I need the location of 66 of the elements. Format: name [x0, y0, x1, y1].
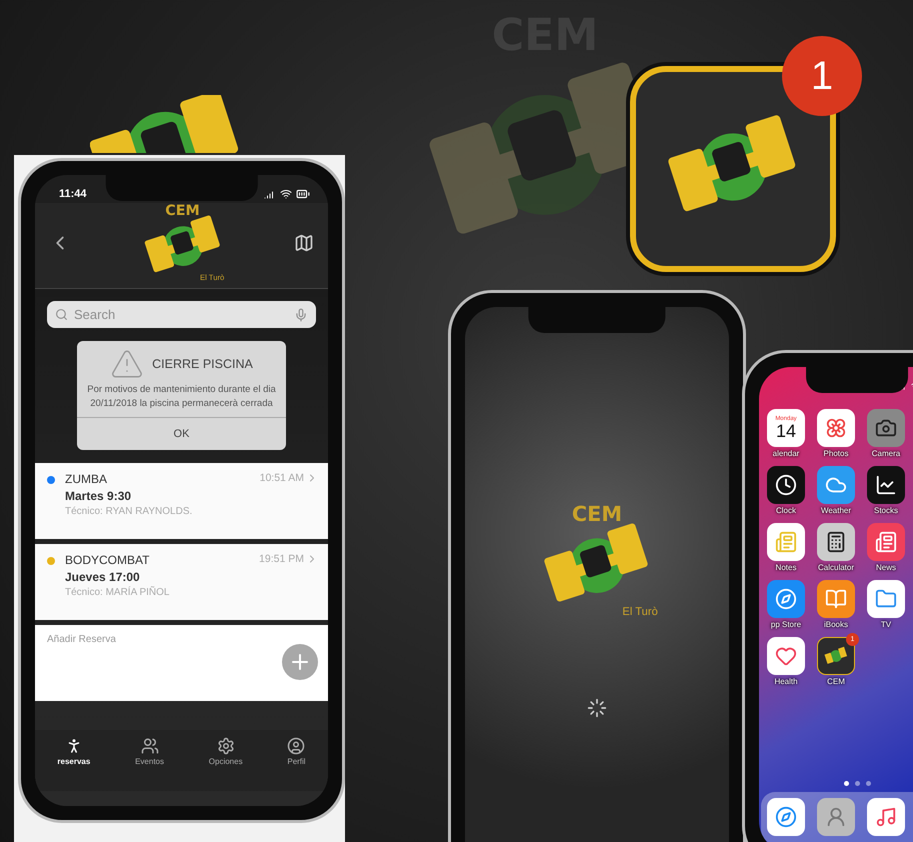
- app-label: Stocks: [874, 506, 898, 515]
- app-label: TV: [880, 620, 892, 629]
- app-icon[interactable]: [867, 523, 905, 561]
- class-name: ZUMBA: [65, 472, 108, 486]
- notification-badge: 1: [782, 36, 862, 116]
- app-label: News: [876, 563, 896, 572]
- app-icon[interactable]: [767, 580, 805, 618]
- line-chart-icon: [875, 474, 897, 496]
- app-icon[interactable]: [817, 580, 855, 618]
- dumbbell-logo-icon: [822, 646, 850, 666]
- app-label: alendar: [772, 449, 800, 458]
- settings-icon: [216, 736, 235, 755]
- tab[interactable]: Eventos: [129, 736, 170, 767]
- logo-text: El Turò: [622, 606, 658, 618]
- music-note-icon: [875, 806, 897, 828]
- folder-icon: [875, 588, 897, 610]
- app-icon[interactable]: [817, 523, 855, 561]
- search-icon: [55, 308, 68, 322]
- add-booking-label: Añadir Reserva: [47, 634, 116, 647]
- app-label: pp Store: [770, 620, 802, 629]
- app-label: Camera: [872, 449, 900, 458]
- status-time: 11:44: [59, 188, 87, 200]
- alert-title: CIERRE PISCINA: [152, 357, 253, 372]
- ok-button[interactable]: OK: [77, 416, 286, 450]
- newspaper-icon: [875, 531, 897, 553]
- app-label: iBooks: [824, 620, 848, 629]
- app-icon[interactable]: [767, 637, 805, 675]
- tab[interactable]: Opciones: [202, 736, 249, 767]
- app-icon[interactable]: [867, 466, 905, 504]
- book-icon: [825, 588, 847, 610]
- booking-card[interactable]: ZUMBA Martes 9:30 Técnico: RYAN RAYNOLDS. 10:51 AM: [35, 462, 328, 539]
- compass-icon: [775, 806, 797, 828]
- alert-message: Por motivos de mantenimiento durante el dia 20/11/2018 la piscina permanecerà cerrada: [86, 383, 277, 411]
- contacts-icon: [825, 806, 847, 828]
- app-label: CEM: [827, 677, 845, 686]
- app-icon[interactable]: [767, 466, 805, 504]
- trainer-name: Técnico: RYAN RAYNOLDS.: [65, 506, 194, 517]
- class-schedule: Jueves 17:00: [65, 570, 141, 584]
- clock-icon: [775, 474, 797, 496]
- app-label: Health: [774, 677, 798, 686]
- flower-icon: [825, 417, 847, 439]
- people-icon: [140, 736, 159, 755]
- app-label: Calculator: [818, 563, 854, 572]
- tab[interactable]: reservas: [51, 736, 96, 767]
- class-name: BODYCOMBAT: [65, 552, 150, 567]
- battery-icon: [296, 187, 310, 201]
- logo-text: CEM: [572, 502, 622, 526]
- app-label: Photos: [824, 449, 848, 458]
- class-schedule: Martes 9:30: [65, 488, 132, 503]
- app-label: Notes: [776, 563, 796, 572]
- app-label: Clock: [776, 506, 796, 515]
- app-icon[interactable]: [867, 580, 905, 618]
- calendar-date: 14: [776, 422, 796, 440]
- camera-icon: [875, 417, 897, 439]
- microphone-icon[interactable]: [294, 308, 308, 322]
- calculator-icon: [825, 531, 847, 553]
- loading-spinner-icon: [587, 698, 607, 718]
- app-label: Weather: [820, 506, 852, 515]
- search-placeholder: Search: [74, 307, 116, 322]
- booking-card[interactable]: BODYCOMBAT Jueves 17:00 Técnico: MARÍA PIÑOL 19:51 PM: [35, 544, 328, 620]
- heart-icon: [775, 645, 797, 667]
- trainer-name: Técnico: MARÍA PIÑOL: [65, 586, 170, 598]
- tab[interactable]: Perfil: [281, 736, 312, 767]
- map-icon[interactable]: [294, 232, 314, 253]
- logo-text: CEM: [165, 203, 200, 219]
- person-icon: [287, 736, 306, 755]
